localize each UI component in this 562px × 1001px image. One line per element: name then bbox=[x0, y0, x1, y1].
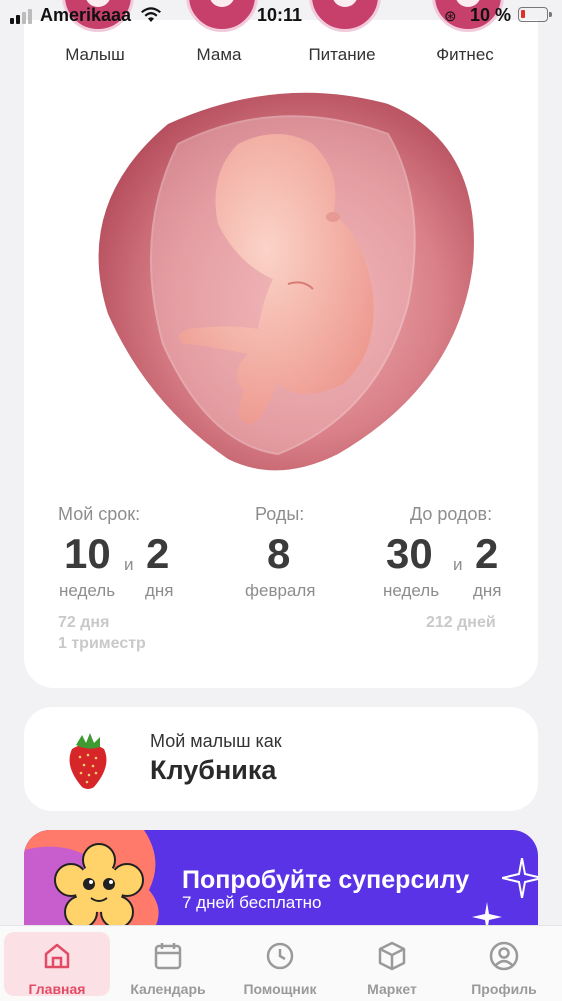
term-weeks-unit: недель bbox=[59, 581, 116, 600]
birth-day: 8 bbox=[267, 530, 291, 577]
tab-label: Главная bbox=[28, 981, 86, 997]
left-days-unit: дня bbox=[473, 581, 502, 600]
left-weeks: 30 bbox=[386, 530, 433, 577]
term-total-days: 72 дня bbox=[58, 614, 110, 631]
strawberry-icon bbox=[69, 733, 107, 789]
term-weeks: 10 bbox=[64, 530, 111, 577]
term-days-unit: дня bbox=[145, 581, 174, 600]
tab-market[interactable]: Маркет bbox=[336, 926, 448, 1001]
left-days: 2 bbox=[475, 530, 499, 577]
category-label: Питание bbox=[308, 45, 376, 64]
signal-icon bbox=[10, 9, 32, 24]
clock-time: 10:11 bbox=[257, 5, 303, 25]
left-total-days: 212 дней bbox=[426, 614, 496, 631]
calendar-icon bbox=[154, 943, 182, 970]
status-bar: Amerikaaa 10:11 ⊛ 10 % bbox=[0, 0, 562, 30]
clock-icon bbox=[266, 942, 294, 970]
term-label: Мой срок: bbox=[58, 504, 141, 524]
tab-assistant[interactable]: Помощник bbox=[224, 926, 336, 1001]
profile-icon bbox=[489, 941, 519, 971]
fruit-size-card[interactable]: Мой малыш как Клубника bbox=[24, 707, 538, 811]
left-weeks-unit: недель bbox=[383, 581, 440, 600]
home-icon bbox=[44, 943, 70, 969]
fruit-caption: Мой малыш как bbox=[150, 731, 282, 751]
term-and: и bbox=[124, 555, 134, 574]
category-label: Малыш bbox=[65, 45, 125, 64]
tab-label: Маркет bbox=[367, 981, 417, 997]
rotation-lock-icon: ⊛ bbox=[444, 8, 457, 25]
birth-month: февраля bbox=[245, 581, 316, 600]
trimester: 1 триместр bbox=[58, 635, 146, 652]
box-icon bbox=[378, 941, 406, 971]
sparkle-icon bbox=[502, 858, 538, 898]
tab-label: Помощник bbox=[243, 981, 317, 997]
birth-label: Роды: bbox=[255, 504, 305, 524]
flower-mascot-icon bbox=[54, 843, 144, 929]
bottom-tab-bar: Главная Календарь Помощник Маркет Профил… bbox=[0, 925, 562, 1001]
tab-home[interactable]: Главная bbox=[4, 932, 110, 997]
fruit-name: Клубника bbox=[150, 755, 277, 785]
promo-title: Попробуйте суперсилу bbox=[182, 866, 470, 894]
left-and: и bbox=[453, 555, 463, 574]
battery-icon bbox=[518, 7, 552, 22]
embryo-illustration[interactable] bbox=[88, 84, 476, 474]
category-label: Мама bbox=[196, 45, 242, 64]
category-label: Фитнес bbox=[436, 45, 494, 64]
wifi-icon bbox=[141, 7, 161, 22]
term-days: 2 bbox=[146, 530, 170, 577]
promo-subtitle: 7 дней бесплатно bbox=[182, 893, 322, 912]
tab-calendar[interactable]: Календарь bbox=[112, 926, 224, 1001]
left-label: До родов: bbox=[410, 504, 493, 524]
tab-profile[interactable]: Профиль bbox=[448, 926, 560, 1001]
battery-percent: 10 % bbox=[470, 5, 512, 25]
tab-label: Календарь bbox=[130, 981, 206, 997]
carrier-name: Amerikaaa bbox=[40, 5, 132, 25]
tab-label: Профиль bbox=[471, 981, 537, 997]
